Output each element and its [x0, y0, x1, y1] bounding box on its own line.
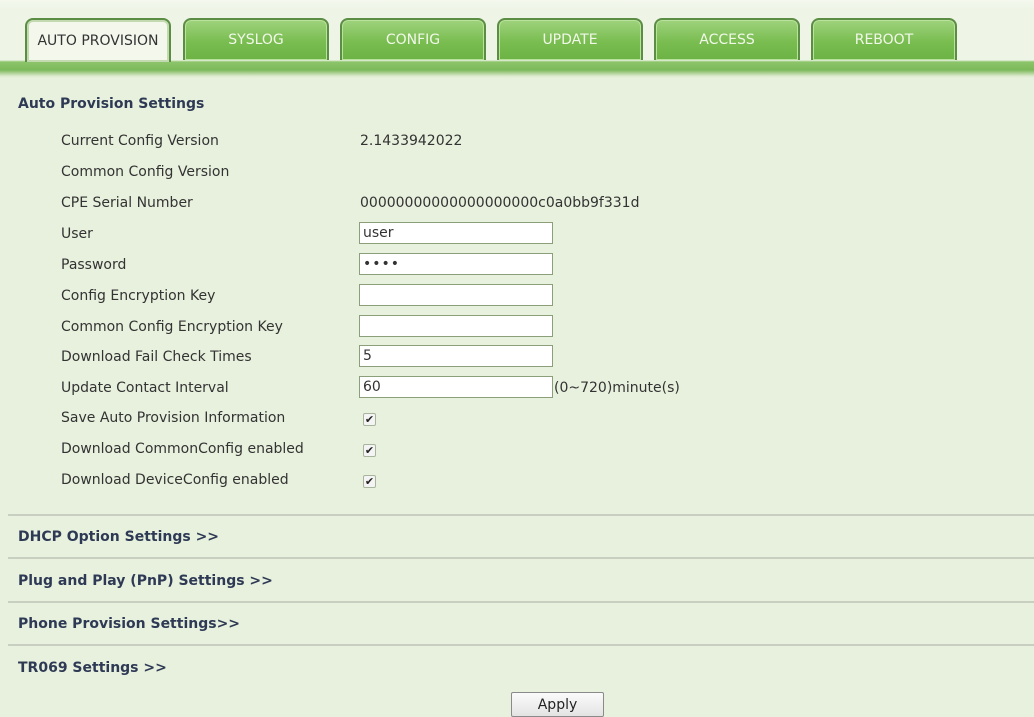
password-label: Password	[61, 257, 127, 273]
password-input[interactable]	[359, 253, 553, 275]
user-input[interactable]	[359, 222, 553, 244]
cpe-serial-number-value: 00000000000000000000c0a0bb9f331d	[360, 195, 640, 211]
download-fail-check-times-label: Download Fail Check Times	[61, 349, 252, 365]
current-config-version-label: Current Config Version	[61, 133, 219, 149]
user-label: User	[61, 226, 93, 242]
divider	[8, 601, 1034, 603]
common-config-encryption-key-label: Common Config Encryption Key	[61, 319, 283, 335]
divider	[8, 514, 1034, 516]
current-config-version-value: 2.1433942022	[360, 133, 463, 149]
phone-provision-settings-toggle[interactable]: Phone Provision Settings>>	[18, 616, 240, 632]
update-contact-interval-label: Update Contact Interval	[61, 380, 229, 396]
tab-auto-provision[interactable]: AUTO PROVISION	[25, 18, 171, 62]
tab-update[interactable]: UPDATE	[497, 18, 643, 60]
download-commonconfig-enabled-label: Download CommonConfig enabled	[61, 441, 304, 457]
pnp-settings-toggle[interactable]: Plug and Play (PnP) Settings >>	[18, 573, 273, 589]
divider	[8, 557, 1034, 559]
download-fail-check-times-input[interactable]	[359, 345, 553, 367]
tab-access[interactable]: ACCESS	[654, 18, 800, 60]
save-auto-provision-information-checkbox[interactable]: ✔	[363, 413, 376, 426]
dhcp-option-settings-toggle[interactable]: DHCP Option Settings >>	[18, 529, 219, 545]
tab-reboot[interactable]: REBOOT	[811, 18, 957, 60]
config-encryption-key-input[interactable]	[359, 284, 553, 306]
tab-bar: AUTO PROVISION SYSLOG CONFIG UPDATE ACCE…	[0, 0, 1034, 78]
tab-syslog[interactable]: SYSLOG	[183, 18, 329, 60]
download-deviceconfig-enabled-checkbox[interactable]: ✔	[363, 475, 376, 488]
save-auto-provision-information-label: Save Auto Provision Information	[61, 410, 286, 426]
common-config-version-label: Common Config Version	[61, 164, 230, 180]
divider	[8, 644, 1034, 646]
tr069-settings-toggle[interactable]: TR069 Settings >>	[18, 660, 167, 676]
config-encryption-key-label: Config Encryption Key	[61, 288, 216, 304]
auto-provision-title: Auto Provision Settings	[18, 96, 205, 112]
tab-config[interactable]: CONFIG	[340, 18, 486, 60]
download-commonconfig-enabled-checkbox[interactable]: ✔	[363, 444, 376, 457]
common-config-encryption-key-input[interactable]	[359, 315, 553, 337]
cpe-serial-number-label: CPE Serial Number	[61, 195, 193, 211]
download-deviceconfig-enabled-label: Download DeviceConfig enabled	[61, 472, 289, 488]
update-contact-interval-input[interactable]	[359, 376, 553, 398]
apply-button[interactable]: Apply	[511, 692, 604, 717]
update-contact-interval-unit: (0~720)minute(s)	[554, 380, 680, 396]
